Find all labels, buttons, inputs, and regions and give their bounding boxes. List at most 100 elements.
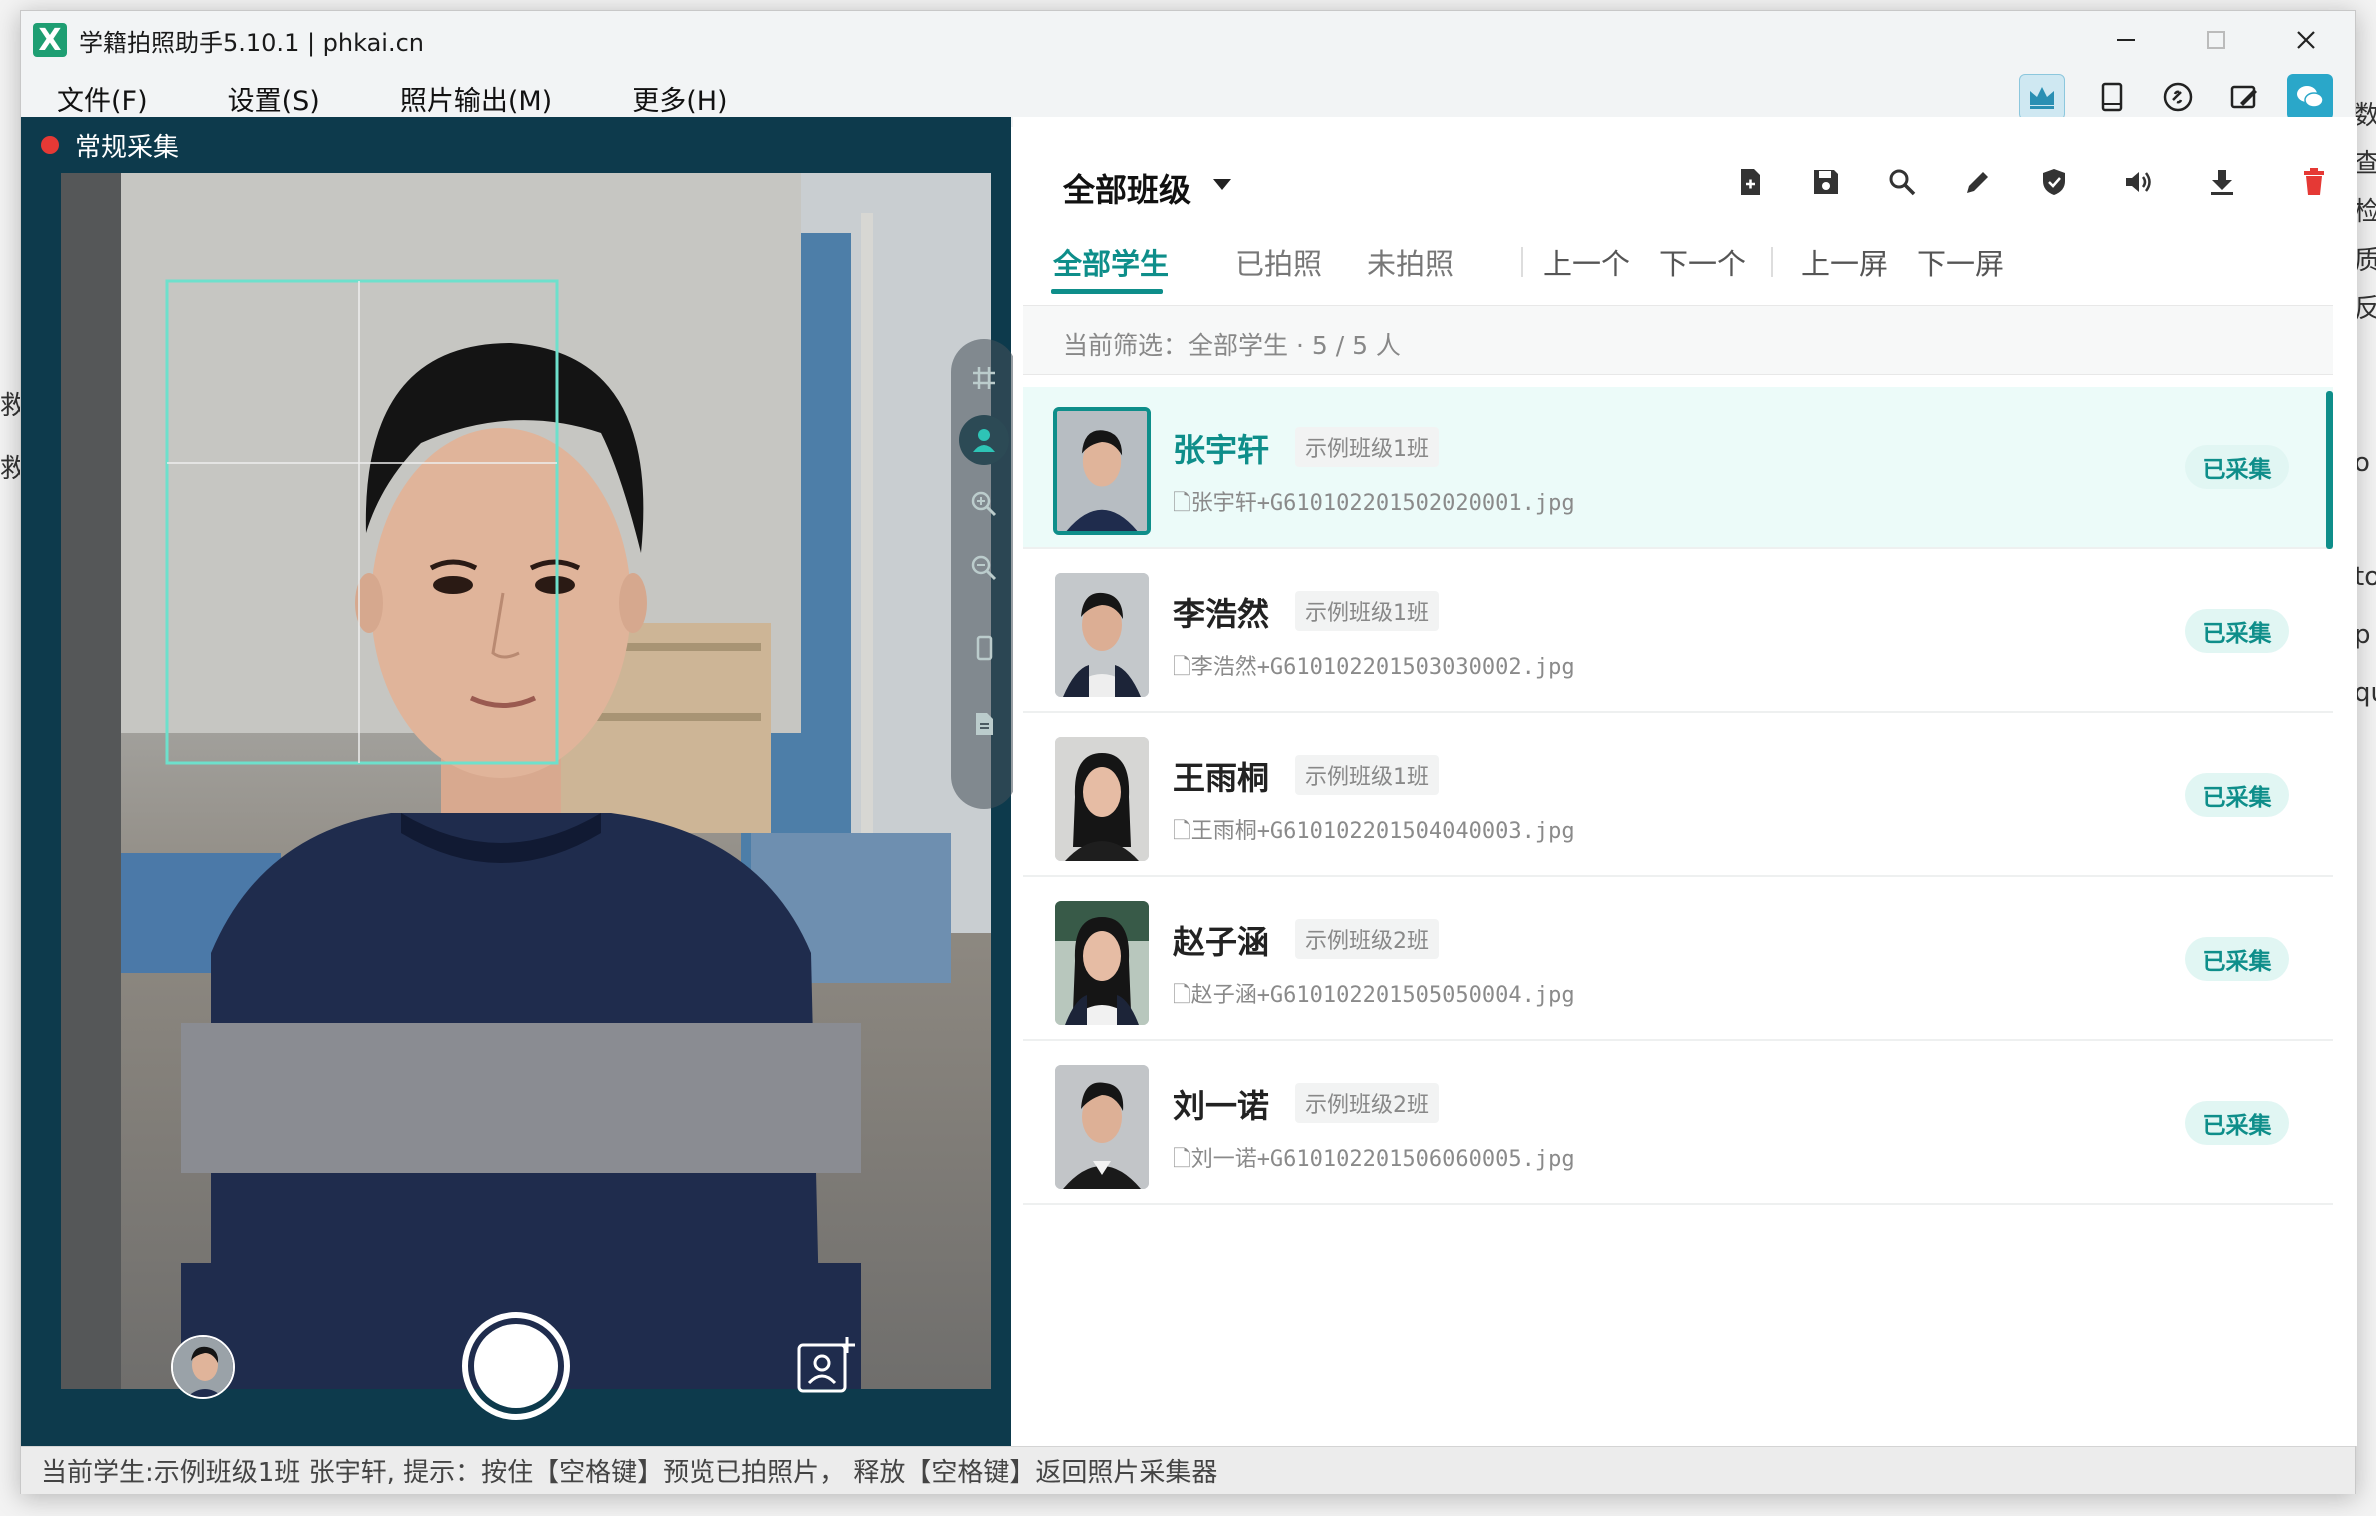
divider <box>1771 247 1773 277</box>
camera-preview[interactable] <box>61 173 991 1389</box>
student-file-name: 🗋李浩然+G610102201503030002.jpg <box>1173 655 1575 680</box>
student-row[interactable]: 赵子涵 示例班级2班 🗋赵子涵+G610102201505050004.jpg … <box>1023 879 2333 1041</box>
zoom-out-button[interactable] <box>959 543 1009 593</box>
link-button[interactable] <box>2155 74 2201 120</box>
shutter-button[interactable] <box>462 1312 570 1420</box>
wechat-button[interactable] <box>2287 74 2333 120</box>
window-title: 学籍拍照助手5.10.1 | phkai.cn <box>79 28 425 57</box>
camera-panel: 常规采集 <box>21 117 1017 1446</box>
link-icon <box>2163 82 2193 112</box>
phone-mode-button[interactable] <box>959 623 1009 673</box>
next-page-button[interactable]: 下一屏 <box>1917 241 2004 283</box>
crown-button[interactable] <box>2019 74 2065 120</box>
student-class-tag: 示例班级1班 <box>1295 427 1439 467</box>
student-name: 王雨桐 <box>1173 759 1270 797</box>
status-badge: 已采集 <box>2185 773 2289 817</box>
filter-bar: 当前筛选：全部学生 · 5 / 5 人 <box>1023 305 2333 375</box>
bg-fragment: qu <box>2354 678 2376 708</box>
tablet-button[interactable] <box>2089 74 2135 120</box>
status-badge: 已采集 <box>2185 937 2289 981</box>
student-name: 李浩然 <box>1173 595 1270 633</box>
phone-icon <box>976 635 993 661</box>
student-file-name: 🗋赵子涵+G610102201505050004.jpg <box>1173 983 1575 1008</box>
avatar <box>1055 901 1149 1025</box>
add-portrait-button[interactable] <box>795 1335 857 1397</box>
maximize-icon <box>2207 31 2225 49</box>
minimize-icon <box>2117 39 2135 41</box>
menu-file[interactable]: 文件(F) <box>57 79 148 118</box>
next-student-button[interactable]: 下一个 <box>1659 241 1746 283</box>
menu-settings[interactable]: 设置(S) <box>228 79 320 118</box>
download-button[interactable] <box>2197 157 2247 207</box>
tab-not-photographed[interactable]: 未拍照 <box>1367 241 1454 283</box>
volume-button[interactable] <box>2113 157 2163 207</box>
avatar <box>1055 1065 1149 1189</box>
status-badge: 已采集 <box>2185 609 2289 653</box>
add-portrait-icon <box>797 1337 855 1393</box>
student-class-tag: 示例班级2班 <box>1295 919 1439 959</box>
grid-icon <box>973 367 995 389</box>
avatar <box>1055 737 1149 861</box>
bg-fragment: to <box>2354 562 2376 592</box>
avatar <box>1057 411 1147 531</box>
active-tab-indicator <box>1051 289 1163 294</box>
student-name: 刘一诺 <box>1173 1087 1270 1125</box>
chevron-down-icon[interactable] <box>1213 179 1231 190</box>
edit-image-button[interactable] <box>2221 74 2267 120</box>
volume-icon <box>2126 172 2151 192</box>
student-photo <box>1055 901 1149 1025</box>
student-name: 张宇轩 <box>1173 431 1270 469</box>
delete-button[interactable] <box>2289 157 2339 207</box>
student-row[interactable]: 李浩然 示例班级1班 🗋李浩然+G610102201503030002.jpg … <box>1023 551 2333 713</box>
menu-photo-output[interactable]: 照片输出(M) <box>400 79 552 118</box>
download-icon <box>2211 170 2233 195</box>
maximize-button[interactable] <box>2171 11 2261 69</box>
avatar <box>1055 573 1149 697</box>
camera-scene <box>61 173 991 1389</box>
last-photo-thumbnail[interactable] <box>171 1335 235 1399</box>
filter-summary: 当前筛选：全部学生 · 5 / 5 人 <box>1063 331 1401 360</box>
menu-more[interactable]: 更多(H) <box>632 79 727 118</box>
add-file-button[interactable] <box>1725 157 1775 207</box>
student-panel: 全部班级 全部学生 已拍照 未拍照 上一个 下一个 上一屏 下一屏 当前筛选：全… <box>1013 117 2357 1446</box>
student-class-tag: 示例班级1班 <box>1295 591 1439 631</box>
wechat-icon <box>2297 86 2324 108</box>
zoom-in-button[interactable] <box>959 479 1009 529</box>
bg-fragment: 检 <box>2354 197 2376 227</box>
student-row[interactable]: 张宇轩 示例班级1班 🗋张宇轩+G610102201502020001.jpg … <box>1023 387 2333 549</box>
edit-icon <box>1967 172 1988 193</box>
bg-fragment: 数 <box>2354 101 2376 131</box>
status-bar: 当前学生:示例班级1班 张宇轩, 提示：按住【空格键】预览已拍照片， 释放【空格… <box>21 1446 2355 1494</box>
student-file-name: 🗋刘一诺+G610102201506060005.jpg <box>1173 1147 1575 1172</box>
person-outline-button[interactable] <box>959 415 1009 465</box>
delete-icon <box>2304 168 2324 195</box>
document-button[interactable] <box>959 699 1009 749</box>
close-icon <box>2297 31 2315 49</box>
camera-header: 常规采集 <box>21 117 1011 173</box>
student-row[interactable]: 刘一诺 示例班级2班 🗋刘一诺+G610102201506060005.jpg … <box>1023 1043 2333 1205</box>
class-selector[interactable]: 全部班级 <box>1063 165 1191 211</box>
document-icon <box>976 713 993 735</box>
app-window: X 学籍拍照助手5.10.1 | phkai.cn 文件(F) 设置(S) 照片… <box>20 10 2357 1494</box>
grid-toggle-button[interactable] <box>959 353 1009 403</box>
student-row[interactable]: 王雨桐 示例班级1班 🗋王雨桐+G610102201504040003.jpg … <box>1023 715 2333 877</box>
search-icon <box>1889 169 1916 196</box>
close-button[interactable] <box>2261 11 2351 69</box>
prev-page-button[interactable]: 上一屏 <box>1801 241 1888 283</box>
search-button[interactable] <box>1877 157 1927 207</box>
status-badge: 已采集 <box>2185 1101 2289 1145</box>
add-file-icon <box>1741 169 1760 195</box>
shield-button[interactable] <box>2029 157 2079 207</box>
student-name: 赵子涵 <box>1173 923 1270 961</box>
tab-all-students[interactable]: 全部学生 <box>1053 241 1169 283</box>
edit-button[interactable] <box>1953 157 2003 207</box>
tab-photographed[interactable]: 已拍照 <box>1235 241 1322 283</box>
shield-icon <box>2043 169 2065 195</box>
crown-icon <box>2030 87 2054 109</box>
title-bar: X 学籍拍照助手5.10.1 | phkai.cn <box>21 11 2355 69</box>
save-button[interactable] <box>1801 157 1851 207</box>
student-photo <box>1055 737 1149 861</box>
minimize-button[interactable] <box>2081 11 2171 69</box>
prev-student-button[interactable]: 上一个 <box>1543 241 1630 283</box>
student-photo <box>1053 407 1151 535</box>
